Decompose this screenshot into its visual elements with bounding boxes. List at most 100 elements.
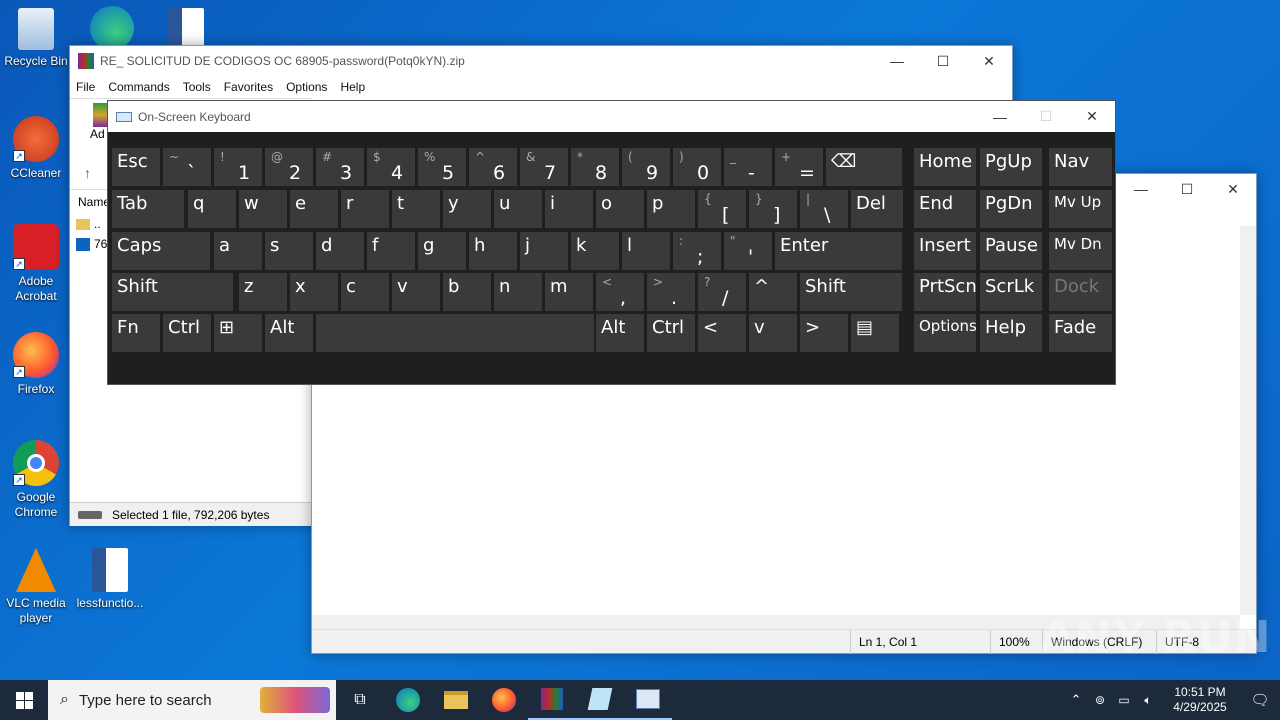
key-prtscn[interactable]: PrtScn — [914, 273, 977, 311]
volume-icon[interactable]: 🔈︎ — [1136, 693, 1160, 708]
key-enter[interactable]: Enter — [775, 232, 902, 270]
key-d[interactable]: d — [316, 232, 364, 270]
key-esc[interactable]: Esc — [112, 148, 160, 186]
desktop-icon-recycle-bin[interactable]: Recycle Bin — [0, 8, 72, 69]
key-symbol[interactable]: " ' — [724, 232, 772, 270]
list-item[interactable]: 76 — [76, 237, 107, 251]
key-pgdn[interactable]: PgDn — [980, 190, 1042, 228]
key-j[interactable]: j — [520, 232, 568, 270]
key-n[interactable]: n — [494, 273, 542, 311]
maximize-button[interactable]: ☐ — [1023, 102, 1069, 132]
taskbar-edge-icon[interactable] — [384, 680, 432, 720]
key-s[interactable]: s — [265, 232, 313, 270]
task-view-icon[interactable]: ⧉ — [336, 680, 384, 720]
key-x[interactable]: x — [290, 273, 338, 311]
up-arrow-icon[interactable]: ↑ — [84, 165, 91, 181]
key-pgup[interactable]: PgUp — [980, 148, 1042, 186]
key-insert[interactable]: Insert — [914, 232, 976, 270]
close-button[interactable]: ✕ — [1069, 102, 1115, 132]
key-mv-up[interactable]: Mv Up — [1049, 190, 1112, 228]
maximize-button[interactable]: ☐ — [920, 46, 966, 76]
desktop-icon-acrobat[interactable]: ↗ Adobe Acrobat — [0, 224, 72, 304]
winrar-titlebar[interactable]: RE_ SOLICITUD DE CODIGOS OC 68905-passwo… — [70, 46, 1012, 76]
key-nav[interactable]: Nav — [1049, 148, 1112, 186]
key-4[interactable]: $4 — [367, 148, 415, 186]
key-symbol[interactable]: > — [800, 314, 848, 352]
key-m[interactable]: m — [545, 273, 593, 311]
list-item[interactable]: .. — [76, 217, 101, 231]
key-tab[interactable]: Tab — [112, 190, 184, 228]
taskbar-winrar-icon[interactable] — [528, 680, 576, 720]
taskbar-search-box[interactable]: ⌕ Type here to search — [48, 680, 336, 720]
column-name-header[interactable]: Name — [78, 195, 110, 209]
menu-commands[interactable]: Commands — [108, 80, 169, 94]
key-help[interactable]: Help — [980, 314, 1042, 352]
key-o[interactable]: o — [596, 190, 644, 228]
key-ctrl[interactable]: Ctrl — [163, 314, 211, 352]
key-symbol[interactable]: ^ — [749, 273, 797, 311]
key-u[interactable]: u — [494, 190, 542, 228]
key-h[interactable]: h — [469, 232, 517, 270]
key-symbol[interactable]: | \ — [800, 190, 848, 228]
key-z[interactable]: z — [239, 273, 287, 311]
key-i[interactable]: i — [545, 190, 593, 228]
key-symbol[interactable]: _ - — [724, 148, 772, 186]
key-fade[interactable]: Fade — [1049, 314, 1112, 352]
key-5[interactable]: % 5 — [418, 148, 466, 186]
chevron-up-icon[interactable]: ⌃ — [1064, 692, 1088, 708]
key-fn[interactable]: Fn — [112, 314, 160, 352]
key-symbol[interactable]: ▤ — [851, 314, 899, 352]
network-icon[interactable]: ▭ — [1112, 693, 1136, 707]
key-r[interactable]: r — [341, 190, 389, 228]
key-c[interactable]: c — [341, 273, 389, 311]
key-del[interactable]: Del — [851, 190, 903, 228]
menu-file[interactable]: File — [76, 80, 95, 94]
key-e[interactable]: e — [290, 190, 338, 228]
taskbar-osk-icon[interactable] — [624, 680, 672, 720]
key-symbol[interactable]: < — [698, 314, 746, 352]
key-v[interactable]: v — [749, 314, 797, 352]
minimize-button[interactable]: — — [874, 46, 920, 76]
key-v[interactable]: v — [392, 273, 440, 311]
key-symbol[interactable]: + = — [775, 148, 823, 186]
key-6[interactable]: ^ 6 — [469, 148, 517, 186]
key-b[interactable]: b — [443, 273, 491, 311]
key-options[interactable]: Options — [914, 314, 977, 352]
key-symbol[interactable]: >. — [647, 273, 695, 311]
taskbar-notepad-icon[interactable] — [576, 680, 624, 720]
key-q[interactable]: q — [188, 190, 236, 228]
key-shift[interactable]: Shift — [800, 273, 902, 311]
key-symbol[interactable]: ~ ` — [163, 148, 211, 186]
key-w[interactable]: w — [239, 190, 287, 228]
key-symbol[interactable]: {[ — [698, 190, 746, 228]
key-t[interactable]: t — [392, 190, 440, 228]
minimize-button[interactable]: — — [977, 102, 1023, 132]
desktop-icon-firefox[interactable]: ↗ Firefox — [0, 332, 72, 397]
taskbar-firefox-icon[interactable] — [480, 680, 528, 720]
menu-favorites[interactable]: Favorites — [224, 80, 273, 94]
key-mv-dn[interactable]: Mv Dn — [1049, 232, 1112, 270]
key-p[interactable]: p — [647, 190, 695, 228]
clock[interactable]: 10:51 PM 4/29/2025 — [1160, 685, 1240, 715]
key-ctrl[interactable]: Ctrl — [647, 314, 695, 352]
desktop-icon-vlc[interactable]: VLC media player — [0, 548, 72, 626]
key-symbol[interactable]: ⌫ — [826, 148, 902, 186]
key-alt[interactable]: Alt — [596, 314, 644, 352]
key-symbol[interactable]: }] — [749, 190, 797, 228]
desktop-icon-chrome[interactable]: ↗ Google Chrome — [0, 440, 72, 520]
menu-options[interactable]: Options — [286, 80, 327, 94]
key-8[interactable]: * 8 — [571, 148, 619, 186]
close-button[interactable]: ✕ — [1210, 174, 1256, 204]
key-scrlk[interactable]: ScrLk — [980, 273, 1042, 311]
desktop-icon-ccleaner[interactable]: ↗ CCleaner — [0, 116, 72, 181]
key-dock[interactable]: Dock — [1049, 273, 1112, 311]
desktop-icon-lessfunctio[interactable]: lessfunctio... — [74, 548, 146, 611]
network-sharing-icon[interactable]: ⊚ — [1088, 693, 1112, 707]
key-f[interactable]: f — [367, 232, 415, 270]
menu-help[interactable]: Help — [340, 80, 365, 94]
key-pause[interactable]: Pause — [980, 232, 1042, 270]
key-l[interactable]: l — [622, 232, 670, 270]
minimize-button[interactable]: — — [1118, 174, 1164, 204]
vertical-scrollbar[interactable] — [1240, 226, 1256, 615]
key-7[interactable]: & 7 — [520, 148, 568, 186]
